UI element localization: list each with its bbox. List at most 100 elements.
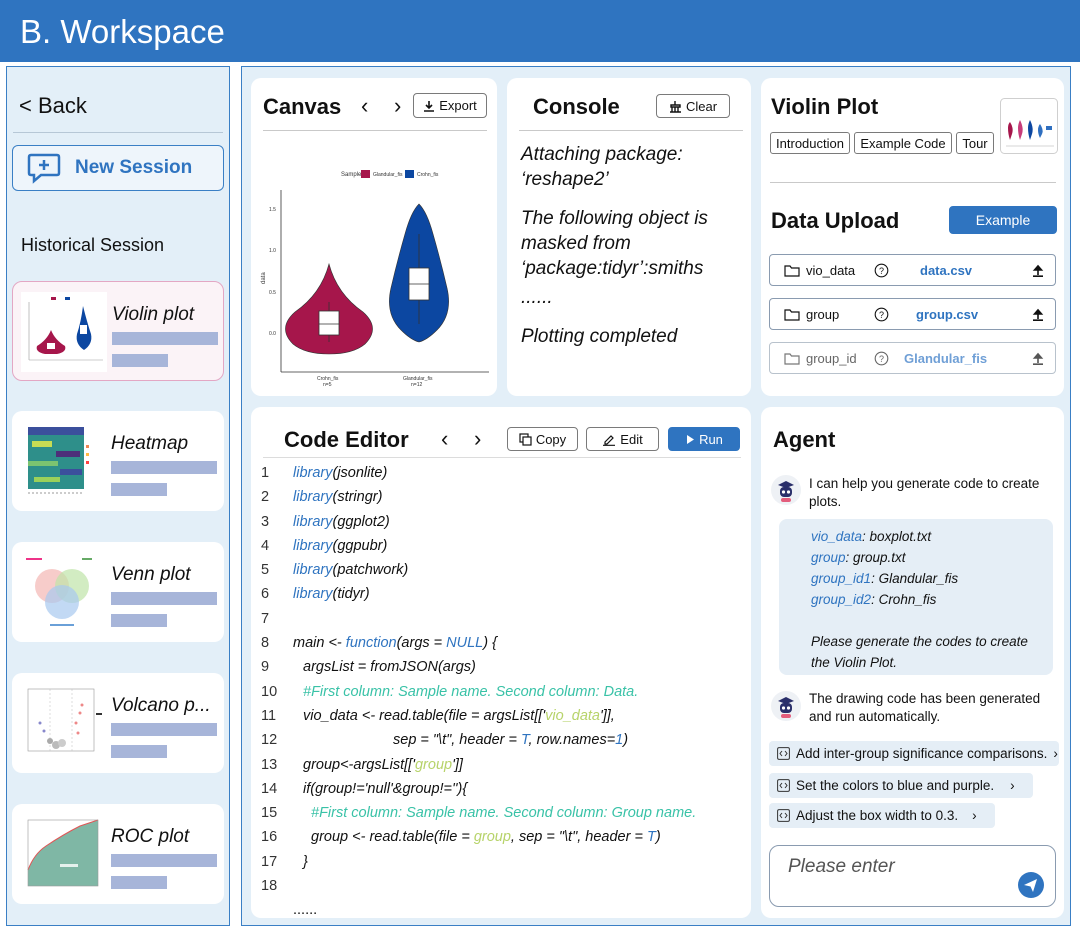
violin-chart: Sample Glandular_fis Crohn_fis data 0.0 … (261, 170, 489, 388)
run-button[interactable]: Run (668, 427, 740, 451)
request-value: : Crohn_fis (871, 592, 937, 607)
session-item-roc-plot[interactable]: ROC plot (12, 804, 224, 904)
chevron-right-icon[interactable]: › (394, 93, 401, 119)
code-line: 10 #First column: Sample name. Second col… (261, 684, 741, 708)
request-value: : Glandular_fis (871, 571, 959, 586)
session-detail-placeholder (111, 614, 167, 627)
workspace-main: Canvas ‹ › Export Sample Glandular_fis C… (241, 66, 1071, 926)
new-session-label: New Session (75, 157, 193, 178)
box-crohn (318, 310, 340, 336)
send-icon[interactable] (1017, 871, 1045, 899)
file-upload-vio-data[interactable]: vio_data ? data.csv (769, 254, 1056, 286)
tab-tour[interactable]: Tour (956, 132, 994, 154)
request-key: group (811, 550, 846, 565)
file-upload-group-id[interactable]: group_id ? Glandular_fis (769, 342, 1056, 374)
chevron-left-icon[interactable]: ‹ (361, 93, 368, 119)
session-name: Heatmap (111, 433, 189, 454)
clear-button[interactable]: Clear (656, 94, 730, 118)
svg-text:?: ? (879, 354, 884, 364)
download-icon (424, 100, 435, 112)
help-icon[interactable]: ? (874, 307, 889, 322)
help-icon[interactable]: ? (874, 263, 889, 278)
canvas-panel: Canvas ‹ › Export Sample Glandular_fis C… (251, 78, 497, 396)
tab-example-code[interactable]: Example Code (854, 132, 952, 154)
session-detail-placeholder (111, 723, 217, 736)
code-token: T (646, 829, 656, 846)
code-token: if(group!='null'&group!=''){ (303, 780, 468, 797)
code-icon (777, 779, 790, 792)
file-upload-group[interactable]: group ? group.csv (769, 298, 1056, 330)
chevron-right-icon: › (1010, 778, 1015, 793)
suggestion-text: Add inter-group significance comparisons… (796, 746, 1048, 761)
code-token: (patchwork) (332, 562, 409, 579)
code-string: group (473, 829, 511, 846)
code-token: (ggpubr) (332, 537, 388, 554)
historical-session-heading: Historical Session (21, 235, 165, 255)
suggestion-chip[interactable]: Set the colors to blue and purple. › (769, 773, 1033, 798)
upload-icon[interactable] (1032, 352, 1044, 365)
agent-input[interactable]: Please enter (769, 845, 1056, 907)
suggestion-chip[interactable]: Add inter-group significance comparisons… (769, 741, 1059, 766)
code-token: library (293, 513, 333, 530)
upload-icon[interactable] (1032, 264, 1044, 277)
session-item-volcano-plot[interactable]: Volcano p... (12, 673, 224, 773)
session-detail-placeholder (111, 592, 217, 605)
sidebar-divider (13, 132, 223, 133)
line-number: 10 (261, 683, 278, 700)
file-field-name: group_id (806, 351, 857, 366)
line-number: 18 (261, 878, 278, 895)
suggestion-chip[interactable]: Adjust the box width to 0.3. › (769, 803, 995, 828)
agent-title: Agent (773, 427, 836, 452)
line-number: 1 (261, 465, 270, 481)
session-item-heatmap[interactable]: Heatmap (12, 411, 224, 511)
code-line: 17} (261, 854, 741, 878)
legend-title: Sample (341, 172, 362, 178)
back-button[interactable]: < Back (19, 93, 87, 119)
example-button[interactable]: Example (949, 206, 1057, 234)
code-ellipsis: ...... (293, 902, 318, 919)
code-token: sep = "\t", header = (393, 732, 521, 749)
line-number: 3 (261, 513, 270, 530)
code-line: 16 group <- read.table(file = group, sep … (261, 829, 741, 853)
y-axis-label: data (261, 272, 267, 284)
legend-label: Crohn_fis (417, 172, 439, 178)
folder-icon (784, 265, 800, 277)
console-panel: Console Clear Attaching package: ‘reshap… (507, 78, 751, 396)
copy-button[interactable]: Copy (507, 427, 578, 451)
export-button[interactable]: Export (413, 93, 487, 118)
code-token: group <- read.table(file = (311, 829, 474, 846)
play-icon (687, 434, 695, 444)
code-area[interactable]: 1 library(jsonlite) 2 library(stringr) 3 li… (261, 465, 741, 927)
session-item-venn-plot[interactable]: Venn plot (12, 542, 224, 642)
y-tick-label: 1.5 (269, 207, 276, 213)
suggestion-text: Adjust the box width to 0.3. (796, 808, 959, 823)
console-output: Attaching package: ‘reshape2’ The follow… (521, 142, 751, 363)
edit-button[interactable]: Edit (586, 427, 659, 451)
plot-info-divider (770, 182, 1056, 183)
new-session-button[interactable]: New Session (12, 145, 224, 191)
code-line: 7 (261, 611, 741, 635)
robot-avatar-icon (771, 691, 801, 721)
code-line: 5 library(patchwork) (261, 562, 741, 586)
chevron-left-icon[interactable]: ‹ (441, 426, 448, 452)
tab-introduction[interactable]: Introduction (770, 132, 850, 154)
plot-info-panel: Violin Plot Introduction Example Code To… (761, 78, 1064, 396)
code-string: group (414, 756, 453, 773)
upload-icon[interactable] (1032, 308, 1044, 321)
code-line: ...... (261, 902, 741, 926)
window-title: B. Workspace (20, 13, 225, 50)
x-count-label: n=5 (323, 382, 332, 388)
line-number: 6 (261, 586, 270, 603)
help-icon[interactable]: ? (874, 351, 889, 366)
code-token: ) (655, 829, 661, 846)
code-string: vio_data (545, 707, 600, 724)
session-detail-placeholder (112, 332, 218, 345)
chevron-left-icon: < (19, 93, 32, 118)
line-number: 4 (261, 537, 270, 554)
code-token: main <- (293, 635, 346, 652)
code-token: (ggplot2) (332, 513, 390, 530)
session-item-violin-plot[interactable]: Violin plot (12, 281, 224, 381)
chevron-right-icon[interactable]: › (474, 426, 481, 452)
x-count-label: n=12 (411, 382, 422, 388)
code-token: ) (623, 732, 629, 749)
